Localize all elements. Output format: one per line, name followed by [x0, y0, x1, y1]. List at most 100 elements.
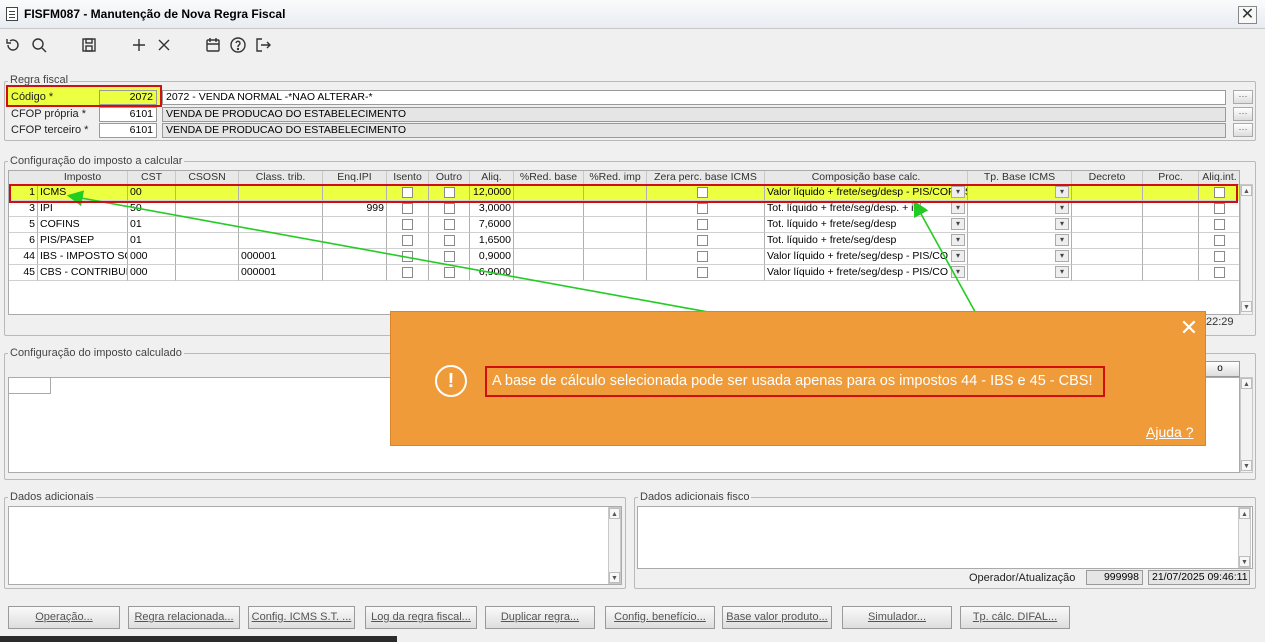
- col-header[interactable]: Decreto: [1072, 171, 1143, 184]
- table-cell[interactable]: [387, 217, 429, 233]
- table-cell[interactable]: [514, 201, 584, 217]
- scroll-down-icon[interactable]: ▼: [1241, 460, 1252, 471]
- table-cell[interactable]: [1143, 249, 1199, 265]
- table-cell[interactable]: [176, 265, 239, 281]
- table-cell[interactable]: 3,0000: [470, 201, 514, 217]
- table-cell[interactable]: [1072, 233, 1143, 249]
- col-header[interactable]: Aliq.: [470, 171, 514, 184]
- scroll-up-icon[interactable]: ▲: [1241, 185, 1252, 196]
- table-cell[interactable]: ▾: [968, 217, 1072, 233]
- checkbox[interactable]: [443, 267, 455, 278]
- table-cell[interactable]: 1,6500: [470, 233, 514, 249]
- table-cell[interactable]: [1199, 217, 1239, 233]
- close-icon[interactable]: [153, 34, 175, 56]
- codigo-lookup-button[interactable]: ···: [1233, 90, 1253, 104]
- table-cell[interactable]: IPI: [38, 201, 128, 217]
- table-cell[interactable]: [429, 217, 470, 233]
- table-cell[interactable]: 6: [9, 233, 38, 249]
- table-cell[interactable]: [514, 249, 584, 265]
- col-header[interactable]: Tp. Base ICMS: [968, 171, 1072, 184]
- table-cell[interactable]: 0,9000: [470, 249, 514, 265]
- dropdown-arrow-icon[interactable]: ▾: [1055, 218, 1069, 230]
- table-cell[interactable]: [1143, 201, 1199, 217]
- table-cell[interactable]: COFINS: [38, 217, 128, 233]
- dropdown-arrow-icon[interactable]: ▾: [951, 202, 965, 214]
- col-header[interactable]: %Red. imp: [584, 171, 647, 184]
- table-cell[interactable]: Tot. líquido + frete/seg/desp ▾: [765, 217, 968, 233]
- scroll-up-icon[interactable]: ▲: [1239, 508, 1250, 519]
- calc-grid-scrollbar[interactable]: ▲ ▼: [1240, 184, 1253, 315]
- add-icon[interactable]: [128, 34, 150, 56]
- table-cell[interactable]: [1199, 233, 1239, 249]
- table-cell[interactable]: [584, 233, 647, 249]
- table-row[interactable]: 45 CBS - CONTRIBUIÇ 000 000001 6,9000 Valor l…: [9, 265, 1239, 281]
- table-cell[interactable]: Tot. líquido + frete/seg/desp. + ipi ▾: [765, 201, 968, 217]
- table-cell[interactable]: [584, 201, 647, 217]
- table-cell[interactable]: 50: [128, 201, 176, 217]
- table-cell[interactable]: [647, 217, 765, 233]
- table-cell[interactable]: [647, 233, 765, 249]
- calendar-icon[interactable]: [202, 34, 224, 56]
- action-button[interactable]: Regra relacionada...: [128, 606, 240, 629]
- table-cell[interactable]: 01: [128, 233, 176, 249]
- table-cell[interactable]: [176, 201, 239, 217]
- table-cell[interactable]: [1072, 265, 1143, 281]
- dropdown-arrow-icon[interactable]: ▾: [1055, 266, 1069, 278]
- table-cell[interactable]: IBS - IMPOSTO SO: [38, 249, 128, 265]
- calculado-scrollbar[interactable]: ▲ ▼: [1240, 377, 1253, 473]
- table-cell[interactable]: [239, 233, 323, 249]
- scroll-down-icon[interactable]: ▼: [1239, 556, 1250, 567]
- table-cell[interactable]: [429, 201, 470, 217]
- dropdown-arrow-icon[interactable]: ▾: [1055, 250, 1069, 262]
- checkbox[interactable]: [697, 267, 708, 278]
- table-cell[interactable]: CBS - CONTRIBUIÇ: [38, 265, 128, 281]
- checkbox[interactable]: [697, 235, 708, 246]
- checkbox[interactable]: [402, 235, 413, 246]
- table-cell[interactable]: [1143, 217, 1199, 233]
- table-cell[interactable]: [584, 249, 647, 265]
- col-header[interactable]: CST: [128, 171, 176, 184]
- table-cell[interactable]: Valor líquido + frete/seg/desp - PIS/CO ▾: [765, 249, 968, 265]
- checkbox[interactable]: [697, 203, 708, 214]
- col-header[interactable]: Proc.: [1143, 171, 1199, 184]
- table-cell[interactable]: 000001: [239, 249, 323, 265]
- toast-help-link[interactable]: Ajuda ?: [1146, 424, 1193, 440]
- action-button[interactable]: Operação...: [8, 606, 120, 629]
- col-header[interactable]: Aliq.int.: [1199, 171, 1239, 184]
- dropdown-arrow-icon[interactable]: ▾: [1055, 202, 1069, 214]
- checkbox[interactable]: [402, 251, 413, 262]
- cfop-propria-input[interactable]: 6101: [99, 107, 157, 122]
- table-cell[interactable]: 5: [9, 217, 38, 233]
- col-header[interactable]: Zera perc. base ICMS: [647, 171, 765, 184]
- dados-fisco-textarea[interactable]: [637, 506, 1253, 569]
- table-cell[interactable]: Valor líquido + frete/seg/desp - PIS/CO ▾: [765, 265, 968, 281]
- table-cell[interactable]: [323, 265, 387, 281]
- col-header[interactable]: Composição base calc.: [765, 171, 968, 184]
- table-cell[interactable]: [387, 201, 429, 217]
- table-cell[interactable]: [1072, 217, 1143, 233]
- dados-fisco-scrollbar[interactable]: ▲ ▼: [1238, 507, 1251, 568]
- col-header[interactable]: Outro: [429, 171, 470, 184]
- col-header[interactable]: Isento: [387, 171, 429, 184]
- checkbox[interactable]: [1214, 251, 1225, 262]
- table-cell[interactable]: [1143, 233, 1199, 249]
- table-cell[interactable]: [176, 249, 239, 265]
- table-cell[interactable]: 000001: [239, 265, 323, 281]
- dropdown-arrow-icon[interactable]: ▾: [951, 266, 965, 278]
- action-button[interactable]: Log da regra fiscal...: [365, 606, 477, 629]
- table-cell[interactable]: [1143, 265, 1199, 281]
- table-cell[interactable]: 6,9000: [470, 265, 514, 281]
- table-cell[interactable]: PIS/PASEP: [38, 233, 128, 249]
- scroll-down-icon[interactable]: ▼: [609, 572, 620, 583]
- checkbox[interactable]: [443, 219, 455, 230]
- table-cell[interactable]: [323, 249, 387, 265]
- checkbox[interactable]: [402, 203, 413, 214]
- table-cell[interactable]: [429, 265, 470, 281]
- table-cell[interactable]: [514, 233, 584, 249]
- table-cell[interactable]: [176, 233, 239, 249]
- action-button[interactable]: Base valor produto...: [722, 606, 832, 629]
- table-cell[interactable]: [1072, 201, 1143, 217]
- table-cell[interactable]: 7,6000: [470, 217, 514, 233]
- checkbox[interactable]: [402, 267, 413, 278]
- table-cell[interactable]: 000: [128, 265, 176, 281]
